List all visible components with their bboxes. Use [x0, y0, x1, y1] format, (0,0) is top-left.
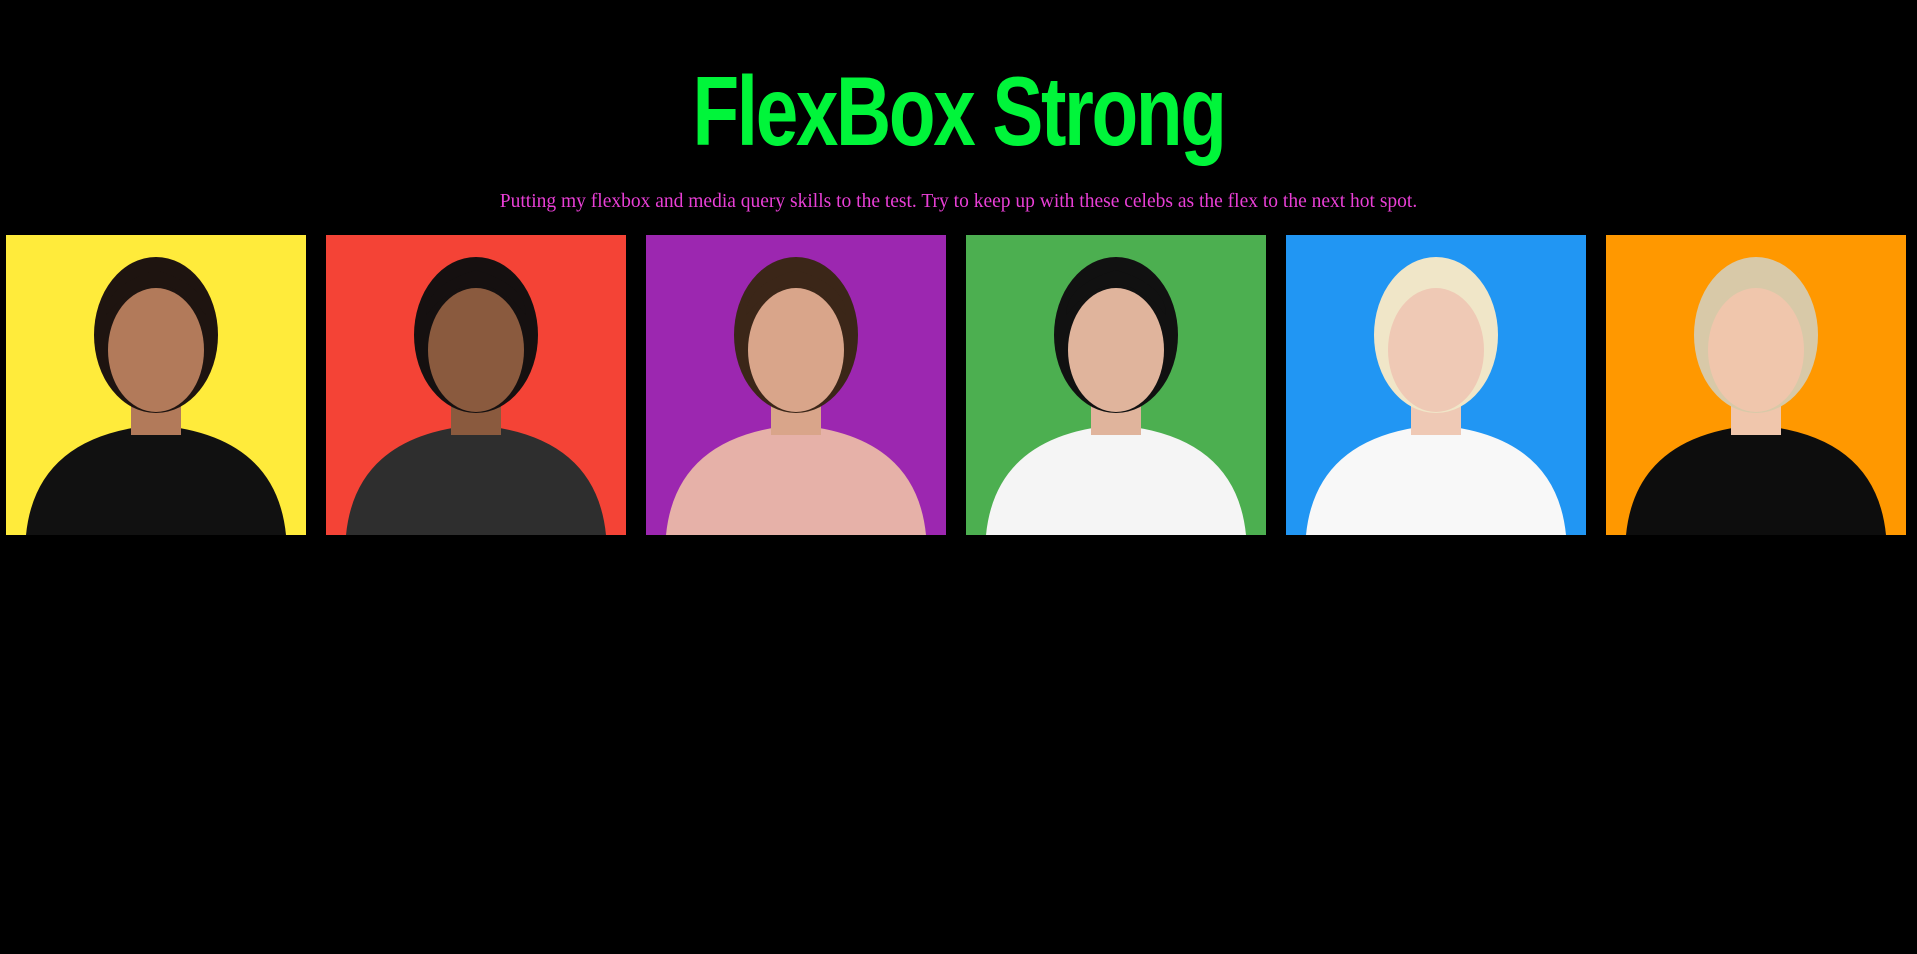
portrait-image: [1626, 257, 1886, 535]
page-title: FlexBox Strong: [692, 56, 1226, 166]
page-subtitle: Putting my flexbox and media query skill…: [499, 191, 1418, 212]
celeb-photo: [1286, 235, 1586, 535]
celeb-gallery: [6, 235, 1906, 535]
portrait-image: [26, 257, 286, 535]
portrait-image: [1306, 257, 1566, 535]
portrait-image: [346, 257, 606, 535]
portrait-image: [986, 257, 1246, 535]
celeb-photo: [326, 235, 626, 535]
celeb-photo: [1606, 235, 1906, 535]
celeb-photo: [966, 235, 1266, 535]
celeb-photo: [6, 235, 306, 535]
celeb-photo: [646, 235, 946, 535]
portrait-image: [666, 257, 926, 535]
